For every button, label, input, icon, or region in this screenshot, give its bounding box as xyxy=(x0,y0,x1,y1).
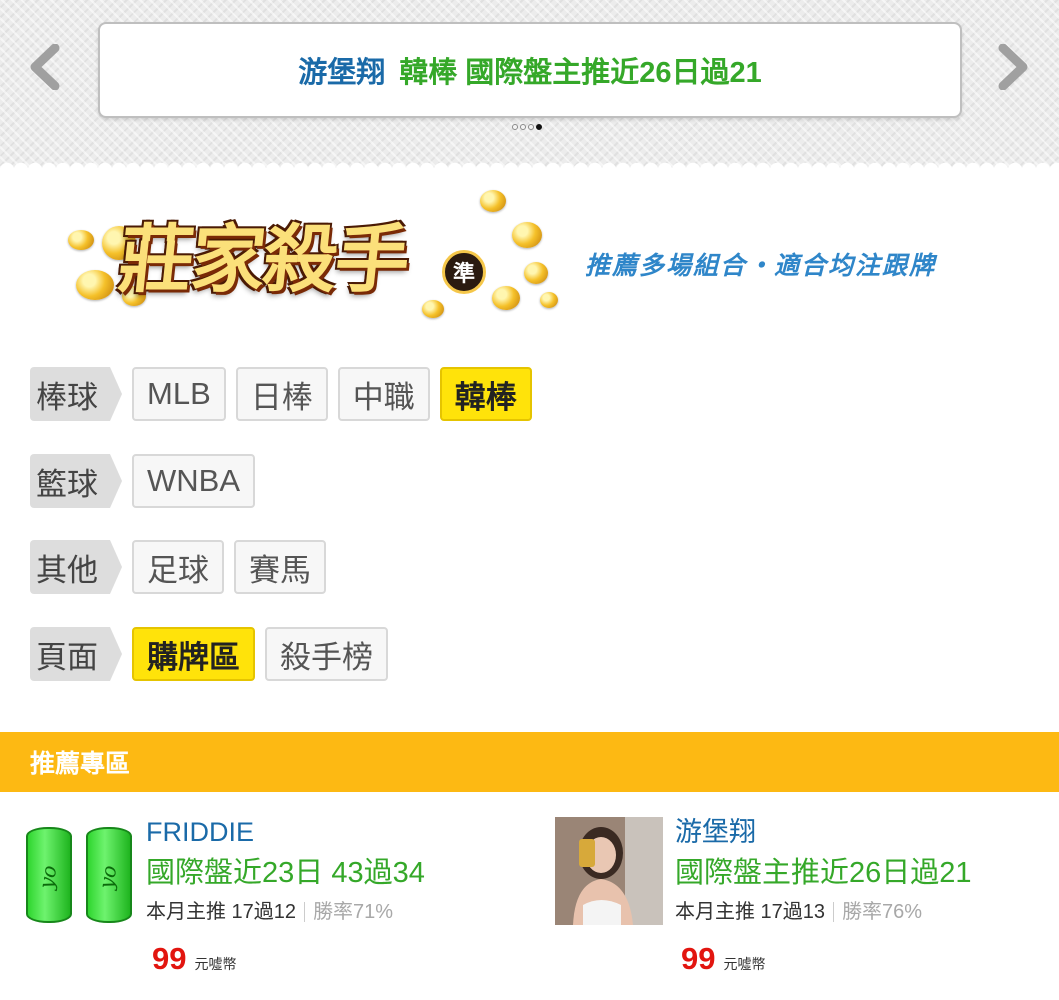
category-label: 籃球 xyxy=(30,454,122,508)
coin-icon xyxy=(524,262,548,284)
carousel-dot[interactable] xyxy=(520,124,526,130)
coin-icon xyxy=(422,300,444,318)
price: 99 元噓幣 xyxy=(681,941,972,977)
scallop-divider xyxy=(0,156,1059,170)
chip-kbo[interactable]: 韓棒 xyxy=(439,367,532,421)
chip-leaderboard[interactable]: 殺手榜 xyxy=(265,627,388,681)
monthly-stats: 本月主推 17過13 勝率76% xyxy=(675,897,972,927)
tipster-record: 國際盤近23日 43過34 xyxy=(146,857,425,889)
chip-npb[interactable]: 日棒 xyxy=(235,367,328,421)
chip-purchase-area[interactable]: 購牌區 xyxy=(132,627,255,681)
chip-horse-racing[interactable]: 賽馬 xyxy=(234,540,326,594)
monthly-record: 本月主推 17過12 xyxy=(146,901,297,923)
tipster-name[interactable]: 游堡翔 xyxy=(675,815,972,849)
price-amount: 99 xyxy=(681,941,716,976)
carousel-dot[interactable] xyxy=(528,124,534,130)
tipster-card[interactable]: 游堡翔 國際盤主推近26日過21 本月主推 17過13 勝率76% 99 元噓幣 xyxy=(555,815,1055,995)
coin-icon xyxy=(540,292,558,308)
divider xyxy=(304,902,306,922)
logo: 莊家殺手 準 xyxy=(62,182,582,332)
avatar xyxy=(555,817,663,925)
chip-cpbl[interactable]: 中職 xyxy=(337,367,430,421)
monthly-record: 本月主推 17過13 xyxy=(675,901,826,923)
chip-mlb[interactable]: MLB xyxy=(132,367,226,421)
top-carousel: 游堡翔 韓棒 國際盤主推近26日過21 xyxy=(0,0,1059,170)
logo-badge: 準 xyxy=(442,250,486,294)
category-label: 棒球 xyxy=(30,367,122,421)
price-unit: 元噓幣 xyxy=(194,956,237,972)
tipster-record: 國際盤主推近26日過21 xyxy=(675,857,972,889)
portrait-image xyxy=(555,817,663,925)
carousel-next-button[interactable] xyxy=(990,42,1036,92)
win-rate: 勝率76% xyxy=(842,901,923,923)
coin-icon xyxy=(68,230,94,250)
carousel-dots[interactable] xyxy=(512,124,542,130)
carousel-prev-button[interactable] xyxy=(22,42,68,92)
category-row-other: 其他 足球 賽馬 xyxy=(30,540,326,594)
divider xyxy=(833,902,835,922)
tagline: 推薦多場組合・適合均注跟牌 xyxy=(585,252,937,280)
logo-title: 莊家殺手 xyxy=(114,217,412,303)
coin-icon xyxy=(480,190,506,212)
chip-wnba[interactable]: WNBA xyxy=(132,454,255,508)
section-header: 推薦專區 xyxy=(0,732,1059,792)
can-icon: yo xyxy=(26,827,72,923)
chevron-right-icon xyxy=(998,44,1028,90)
category-label: 頁面 xyxy=(30,627,122,681)
carousel-banner[interactable]: 游堡翔 韓棒 國際盤主推近26日過21 xyxy=(98,22,962,118)
tipster-card[interactable]: yo yo FRIDDIE 國際盤近23日 43過34 本月主推 17過12 勝… xyxy=(26,815,526,995)
can-icon: yo xyxy=(86,827,132,923)
monthly-stats: 本月主推 17過12 勝率71% xyxy=(146,897,425,927)
chevron-left-icon xyxy=(30,44,60,90)
carousel-dot[interactable] xyxy=(536,124,542,130)
category-label: 其他 xyxy=(30,540,122,594)
price-unit: 元噓幣 xyxy=(723,956,766,972)
tipster-name[interactable]: FRIDDIE xyxy=(146,815,425,849)
carousel-dot[interactable] xyxy=(512,124,518,130)
coin-icon xyxy=(492,286,520,310)
coin-icon xyxy=(76,270,114,300)
price: 99 元噓幣 xyxy=(152,941,425,977)
chip-soccer[interactable]: 足球 xyxy=(132,540,224,594)
price-amount: 99 xyxy=(152,941,187,976)
category-row-baseball: 棒球 MLB 日棒 中職 韓棒 xyxy=(30,367,532,421)
category-row-basketball: 籃球 WNBA xyxy=(30,454,255,508)
coin-icon xyxy=(512,222,542,248)
win-rate: 勝率71% xyxy=(313,901,394,923)
banner-name: 游堡翔 xyxy=(298,57,386,89)
banner-text: 韓棒 國際盤主推近26日過21 xyxy=(399,57,762,89)
category-row-page: 頁面 購牌區 殺手榜 xyxy=(30,627,388,681)
avatar: yo yo xyxy=(26,817,134,925)
